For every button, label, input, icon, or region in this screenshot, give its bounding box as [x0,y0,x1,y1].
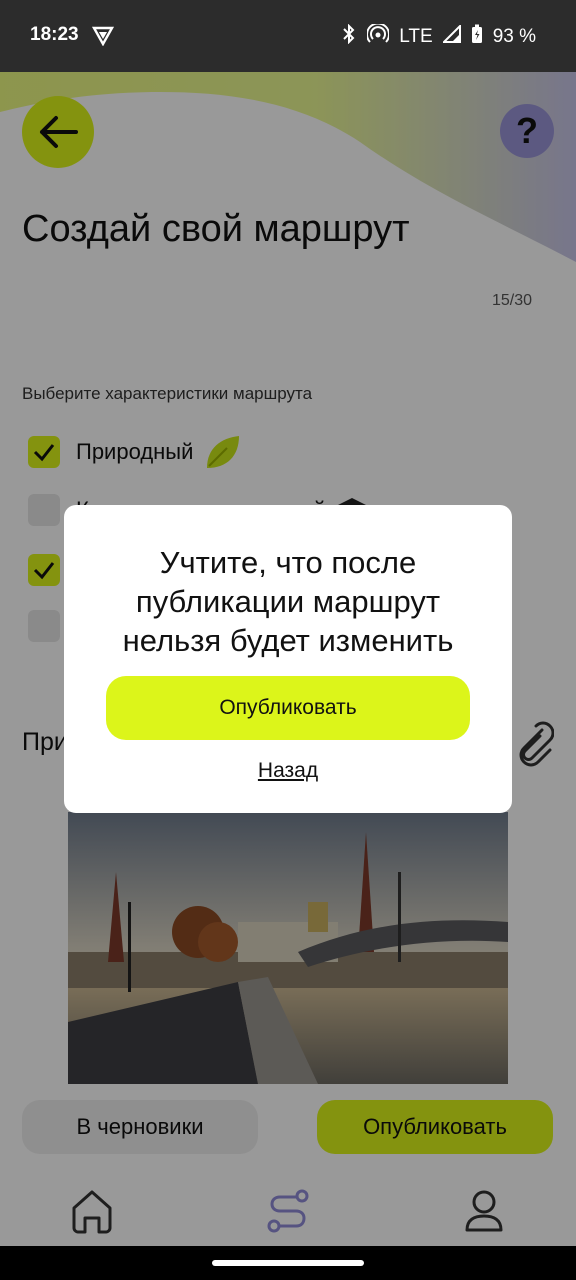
confirm-publish-button[interactable]: Опубликовать [106,676,470,740]
signal-icon [441,23,461,49]
network-label: LTE [399,26,433,47]
vpn-icon [91,26,115,51]
dialog-message: Учтите, что после публикации маршрут нел… [122,545,454,658]
battery-percent: 93 % [492,26,536,47]
publish-confirm-dialog: Учтите, что после публикации маршрут нел… [64,505,512,813]
gesture-bar [0,1246,576,1280]
bluetooth-icon [341,23,357,50]
home-indicator[interactable] [212,1260,364,1266]
hotspot-icon [366,22,391,50]
status-bar: 18:23 LTE 93 % [0,0,576,72]
status-time: 18:23 [30,24,79,45]
battery-icon [471,24,483,50]
dialog-back-link[interactable]: Назад [64,759,512,783]
